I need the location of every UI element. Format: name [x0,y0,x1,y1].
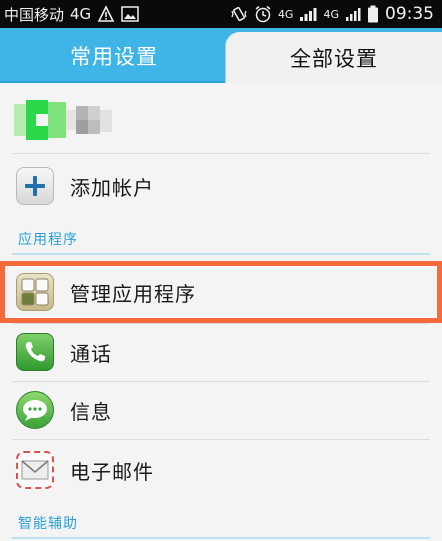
messages-icon [16,391,54,429]
network-type-2: 4G [277,7,294,21]
tab-common-settings[interactable]: 常用设置 [0,28,228,83]
settings-list: 添加帐户 应用程序 管理应用程序 通话 信息 电子邮件 智能辅助 [0,83,442,541]
phone-label: 通话 [70,341,112,366]
section-accessibility-divider [12,537,430,539]
email-icon [16,451,54,489]
carrier-label: 中国移动 [4,5,65,24]
divider [12,153,430,154]
messages-row[interactable]: 信息 [0,381,442,439]
network-type: 4G [70,5,92,23]
section-accessibility-title: 智能辅助 [18,516,78,532]
clock: 09:35 [385,4,434,24]
add-icon [16,167,54,205]
signal-strength-icon [299,6,317,22]
tab-all-settings[interactable]: 全部设置 [226,32,442,83]
battery-icon [367,5,379,23]
section-apps-title: 应用程序 [18,232,78,248]
status-bar: 中国移动 4G 4G 4G 09:35 [0,0,442,28]
vibrate-icon [230,5,248,23]
section-apps-divider [12,253,430,255]
signal-alert-icon [97,5,115,23]
messages-label: 信息 [70,399,112,424]
signal-strength-2-icon [345,6,361,22]
highlight-box [0,261,442,323]
account-avatar-blurred [14,100,114,140]
tab-bar: 常用设置 全部设置 [0,28,442,83]
email-row[interactable]: 电子邮件 [0,439,442,501]
network-type-3: 4G [323,7,339,21]
account-row[interactable] [0,83,442,151]
alarm-icon [254,5,272,23]
email-label: 电子邮件 [70,459,154,484]
add-account-row[interactable]: 添加帐户 [0,155,442,217]
add-account-label: 添加帐户 [70,175,154,200]
phone-row[interactable]: 通话 [0,323,442,381]
image-icon [121,6,139,22]
phone-icon [16,333,54,371]
